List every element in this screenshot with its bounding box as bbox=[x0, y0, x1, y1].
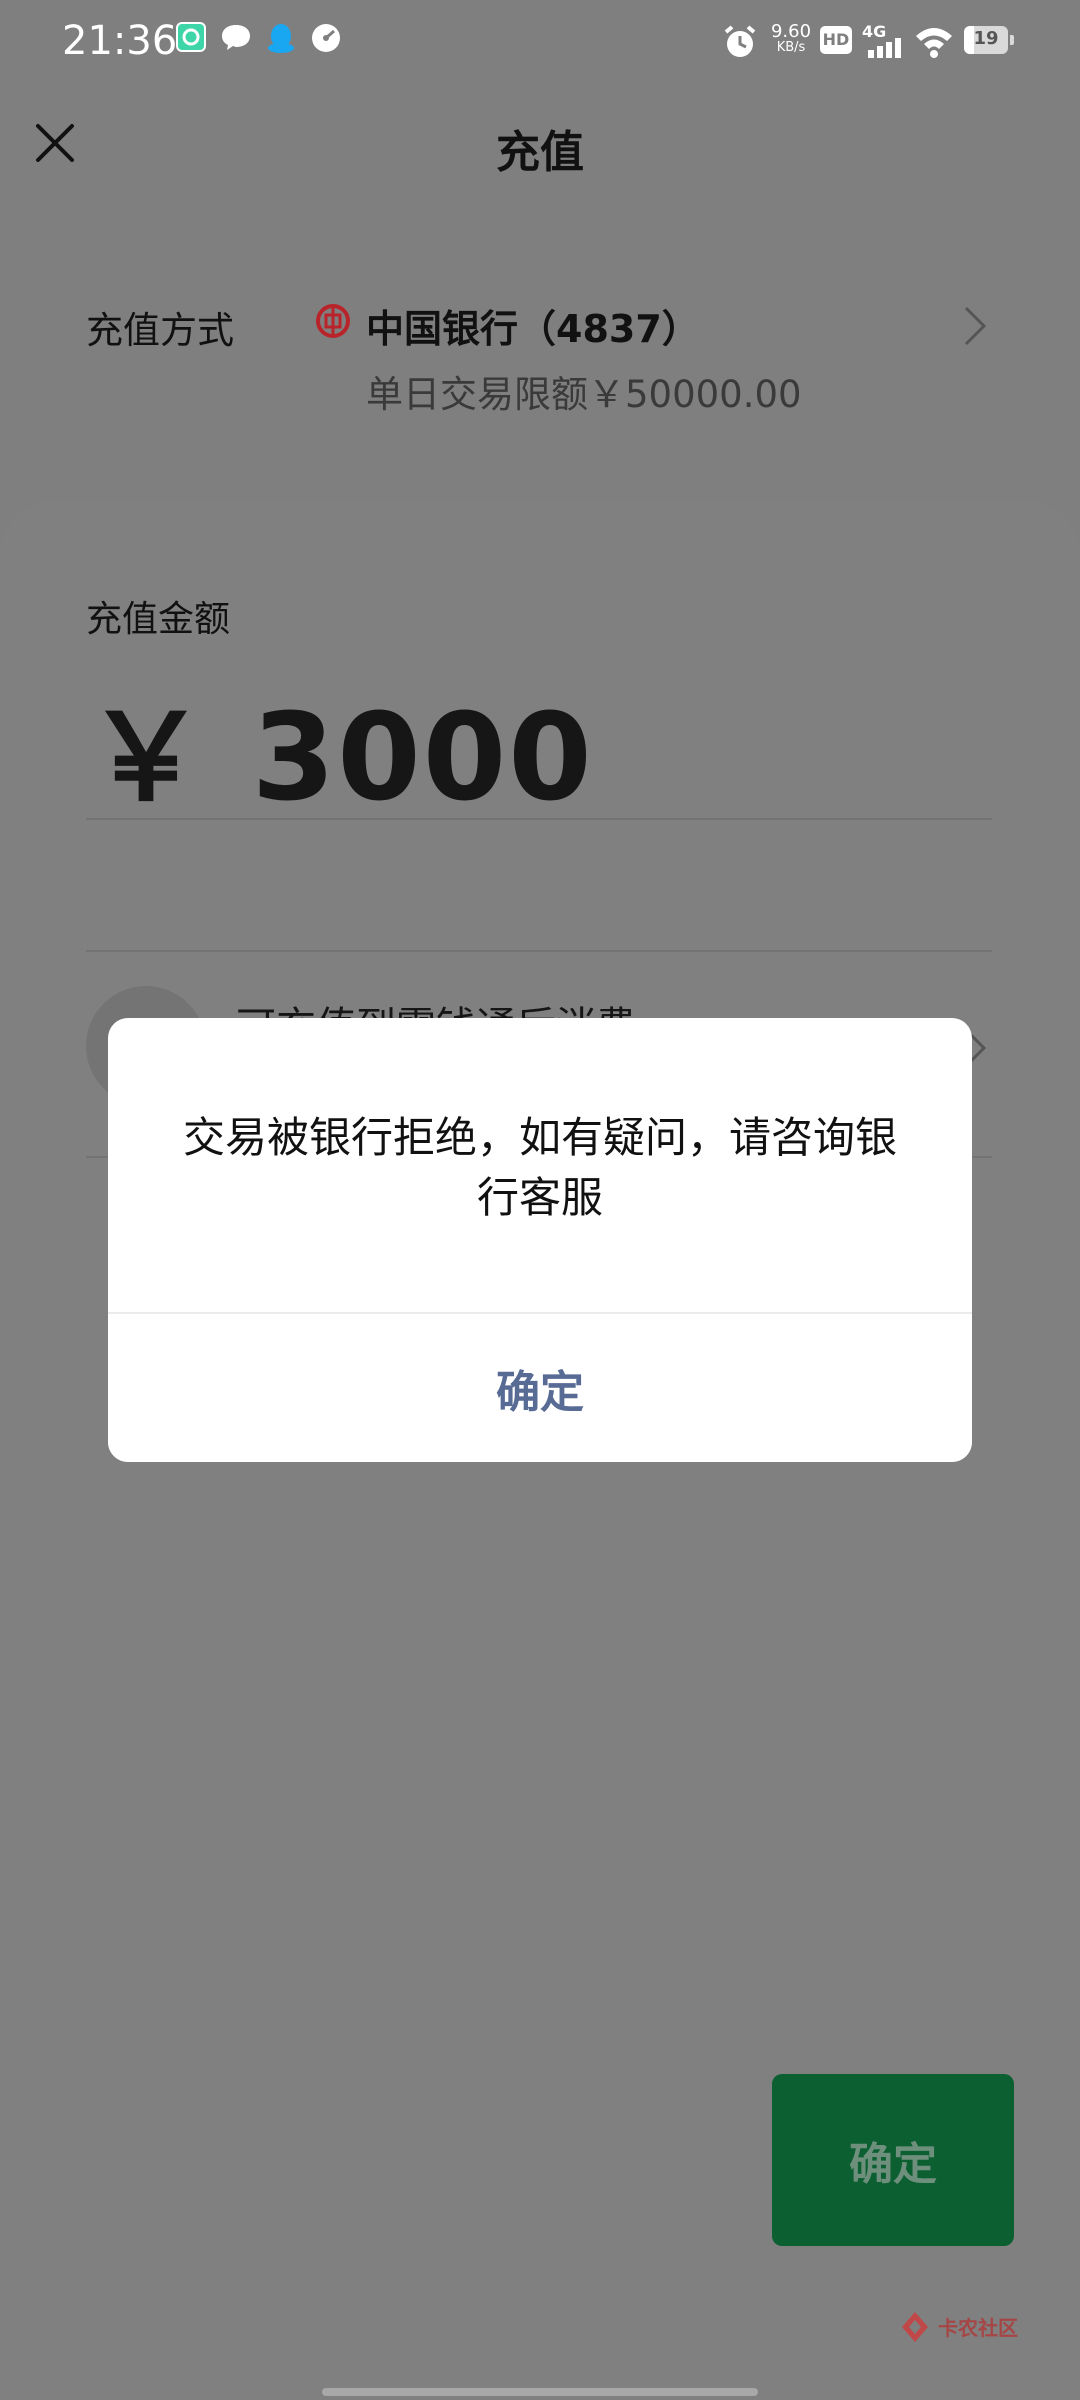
nav-bar: 充值 bbox=[0, 100, 1080, 184]
watermark-logo-icon bbox=[902, 2312, 928, 2342]
amount-divider bbox=[86, 818, 992, 820]
net-speed: 9.60 KB/s bbox=[768, 21, 814, 56]
home-indicator[interactable] bbox=[322, 2388, 758, 2396]
daily-limit: 单日交易限额￥50000.00 bbox=[366, 373, 802, 416]
payment-method-label: 充值方式 bbox=[86, 309, 234, 352]
section-divider bbox=[86, 950, 992, 952]
signal-icon: 4G bbox=[862, 22, 906, 58]
speedometer-icon bbox=[312, 24, 340, 52]
status-bar: 21:36 9.60 KB/s HD 4G 19 bbox=[0, 0, 1080, 84]
hd-label: HD bbox=[822, 30, 850, 49]
chat-bubble-icon bbox=[222, 25, 250, 50]
dialog-ok-button[interactable]: 确定 bbox=[108, 1314, 972, 1462]
dialog-message: 交易被银行拒绝，如有疑问，请咨询银行客服 bbox=[182, 1113, 897, 1222]
amount-label: 充值金额 bbox=[86, 599, 231, 640]
battery-icon: 19 bbox=[964, 26, 1014, 54]
qq-penguin-icon bbox=[268, 24, 294, 53]
battery-level: 19 bbox=[973, 28, 999, 49]
chevron-right-icon bbox=[964, 306, 987, 346]
amount-input[interactable]: ￥ 3000 bbox=[86, 660, 594, 834]
confirm-button[interactable]: 确定 bbox=[772, 2074, 1014, 2246]
net-speed-unit: KB/s bbox=[776, 40, 806, 55]
bank-of-china-logo-icon bbox=[316, 304, 350, 338]
wifi-icon bbox=[916, 28, 952, 58]
hd-icon: HD bbox=[820, 26, 852, 54]
bank-name: 中国银行（4837） bbox=[366, 307, 700, 351]
net-speed-value: 9.60 bbox=[770, 21, 812, 42]
alert-dialog: 交易被银行拒绝，如有疑问，请咨询银行客服 确定 bbox=[108, 1018, 972, 1462]
watermark: 卡农社区 bbox=[898, 2310, 1018, 2346]
page-title: 充值 bbox=[496, 127, 584, 178]
watermark-text: 卡农社区 bbox=[938, 2316, 1018, 2340]
payment-method-row[interactable]: 充值方式 中国银行（4837） 单日交易限额￥50000.00 bbox=[0, 270, 1080, 440]
status-time: 21:36 bbox=[62, 18, 178, 64]
alarm-icon bbox=[724, 25, 756, 57]
app-green-icon bbox=[176, 22, 206, 52]
